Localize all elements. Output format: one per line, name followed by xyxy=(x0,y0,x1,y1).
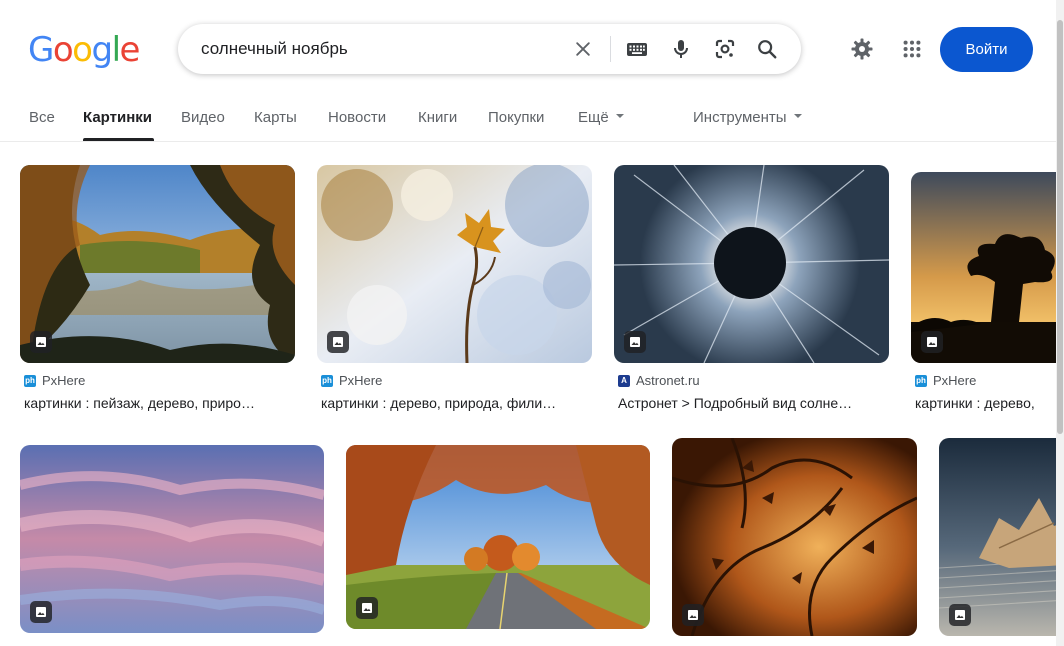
image-badge xyxy=(356,597,378,619)
source-name: PxHere xyxy=(339,373,383,388)
logo-letter: o xyxy=(52,30,74,70)
autumn-branches-image xyxy=(672,438,917,636)
image-thumbnail[interactable] xyxy=(672,438,917,636)
tab-maps[interactable]: Карты xyxy=(254,109,297,126)
scrollbar-thumb[interactable] xyxy=(1057,20,1063,434)
image-result xyxy=(672,438,918,638)
image-badge xyxy=(30,601,52,623)
image-icon xyxy=(362,603,372,613)
header: Google солнечный ноябрь Войти xyxy=(0,0,1064,96)
tab-news[interactable]: Новости xyxy=(328,109,386,126)
image-result: A Astronet.ru Астронет > Подробный вид с… xyxy=(614,165,890,415)
tab-books[interactable]: Книги xyxy=(418,109,457,126)
image-result xyxy=(20,445,325,635)
image-icon xyxy=(333,337,343,347)
image-thumbnail[interactable] xyxy=(911,172,1056,363)
gear-icon xyxy=(851,38,873,60)
microphone-icon xyxy=(674,40,688,58)
logo-letter: l xyxy=(111,30,121,70)
search-divider xyxy=(610,36,611,62)
pxhere-favicon-icon: ph xyxy=(321,374,333,387)
solar-eclipse-image xyxy=(614,165,889,363)
image-result: ph PxHere картинки : дерево, xyxy=(911,165,1056,415)
search-box xyxy=(178,24,801,74)
image-icon xyxy=(927,337,937,347)
tools-button[interactable]: Инструменты xyxy=(693,109,802,126)
page-scrollbar[interactable] xyxy=(1056,0,1064,646)
image-badge xyxy=(682,604,704,626)
result-source: ph PxHere xyxy=(915,373,976,388)
result-source: ph PxHere xyxy=(321,373,382,388)
image-result xyxy=(939,438,1056,638)
tab-more-label: Ещё xyxy=(578,109,609,126)
image-result: ph PxHere картинки : дерево, природа, фи… xyxy=(317,165,593,415)
login-button[interactable]: Войти xyxy=(940,27,1033,72)
image-result: ph PxHere картинки : пейзаж, дерево, при… xyxy=(20,165,296,415)
caret-down-icon xyxy=(615,114,624,119)
image-badge xyxy=(624,331,646,353)
tools-label: Инструменты xyxy=(693,109,787,126)
logo-letter: o xyxy=(72,30,93,70)
image-search-button[interactable] xyxy=(709,33,741,65)
image-badge xyxy=(327,331,349,353)
keyboard-icon xyxy=(627,43,647,56)
active-tab-indicator xyxy=(83,138,154,141)
source-name: PxHere xyxy=(933,373,977,388)
result-title[interactable]: Астронет > Подробный вид солне… xyxy=(618,395,888,411)
apps-button[interactable] xyxy=(896,33,928,65)
result-title[interactable]: картинки : дерево, xyxy=(915,395,1055,411)
search-input[interactable] xyxy=(201,24,571,74)
settings-button[interactable] xyxy=(846,33,878,65)
image-badge xyxy=(30,331,52,353)
search-tabs: Все Картинки Видео Карты Новости Книги П… xyxy=(0,96,1064,142)
tab-all[interactable]: Все xyxy=(29,109,55,126)
image-icon xyxy=(630,337,640,347)
apps-grid-icon xyxy=(903,40,921,58)
pink-clouds-image xyxy=(20,445,324,633)
image-thumbnail[interactable] xyxy=(346,445,650,629)
image-thumbnail[interactable] xyxy=(20,445,324,633)
tab-videos[interactable]: Видео xyxy=(181,109,225,126)
image-icon xyxy=(955,610,965,620)
camera-lens-icon xyxy=(715,39,735,59)
logo-letter: e xyxy=(119,30,141,70)
image-icon xyxy=(36,607,46,617)
tab-images[interactable]: Картинки xyxy=(83,109,152,126)
image-thumbnail[interactable] xyxy=(614,165,889,363)
search-button[interactable] xyxy=(751,33,783,65)
image-thumbnail[interactable] xyxy=(939,438,1056,636)
source-name: PxHere xyxy=(42,373,86,388)
result-title[interactable]: картинки : пейзаж, дерево, приро… xyxy=(24,395,294,411)
pxhere-favicon-icon: ph xyxy=(24,374,36,387)
image-icon xyxy=(36,337,46,347)
leaf-bokeh-image xyxy=(317,165,592,363)
keyboard-button[interactable] xyxy=(621,33,653,65)
caret-down-icon xyxy=(793,114,802,119)
image-icon xyxy=(688,610,698,620)
image-badge xyxy=(949,604,971,626)
image-thumbnail[interactable] xyxy=(317,165,592,363)
image-badge xyxy=(921,331,943,353)
image-thumbnail[interactable] xyxy=(20,165,295,363)
pxhere-favicon-icon: ph xyxy=(915,374,927,387)
close-icon xyxy=(576,42,590,56)
logo-letter: g xyxy=(91,30,113,70)
image-result xyxy=(346,445,651,635)
voice-search-button[interactable] xyxy=(665,33,697,65)
astronet-favicon-icon: A xyxy=(618,374,630,387)
result-source: ph PxHere xyxy=(24,373,85,388)
source-name: Astronet.ru xyxy=(636,373,700,388)
autumn-road-image xyxy=(346,445,650,629)
search-icon xyxy=(758,40,777,59)
result-title[interactable]: картинки : дерево, природа, фили… xyxy=(321,395,591,411)
logo-letter: G xyxy=(28,30,54,70)
google-logo[interactable]: Google xyxy=(28,30,141,70)
tab-shopping[interactable]: Покупки xyxy=(488,109,544,126)
result-source: A Astronet.ru xyxy=(618,373,700,388)
tab-more[interactable]: Ещё xyxy=(578,109,624,126)
lake-autumn-image xyxy=(20,165,295,363)
clear-search-button[interactable] xyxy=(567,33,599,65)
